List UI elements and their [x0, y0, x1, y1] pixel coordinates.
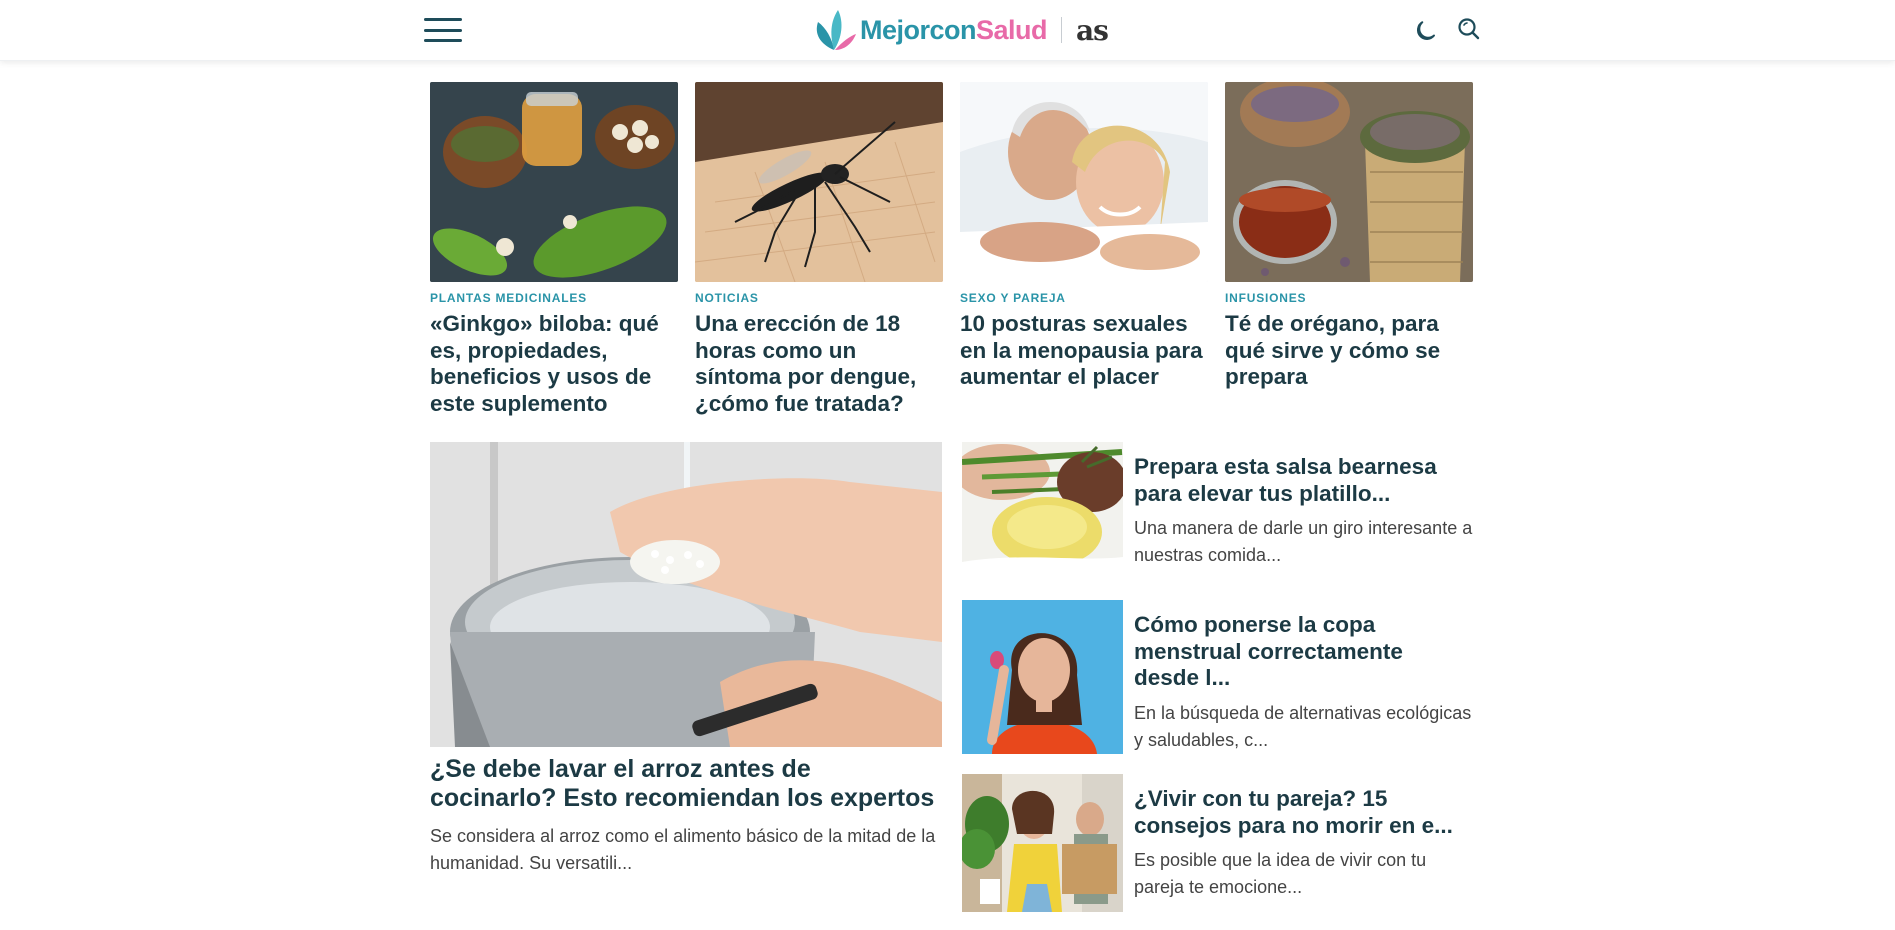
site-logo[interactable]: MejorconSalud as: [812, 8, 1109, 52]
side-article-title[interactable]: Prepara esta salsa bearnesa para elevar …: [1134, 454, 1474, 507]
article-image[interactable]: [960, 82, 1208, 282]
side-article-title[interactable]: ¿Vivir con tu pareja? 15 consejos para n…: [1134, 786, 1474, 839]
article-category[interactable]: Sexo y pareja: [960, 291, 1208, 305]
side-article-text: Cómo ponerse la copa menstrual correctam…: [1134, 612, 1474, 754]
moon-icon[interactable]: [1414, 17, 1440, 43]
side-article-description: Una manera de darle un giro interesante …: [1134, 518, 1473, 565]
logo-part1: Mejorcon: [860, 14, 977, 45]
side-article-image[interactable]: [962, 442, 1123, 582]
side-article[interactable]: Prepara esta salsa bearnesa para elevar …: [962, 442, 1472, 582]
article-category[interactable]: Plantas medicinales: [430, 291, 678, 305]
side-article-image[interactable]: [962, 600, 1123, 754]
featured-image[interactable]: [430, 442, 942, 747]
article-image[interactable]: [1225, 82, 1473, 282]
featured-description: Se considera al arroz como el alimento b…: [430, 826, 936, 873]
side-article[interactable]: ¿Vivir con tu pareja? 15 consejos para n…: [962, 774, 1472, 912]
article-card[interactable]: Infusiones Té de orégano, para qué sirve…: [1225, 82, 1473, 391]
article-category[interactable]: Noticias: [695, 291, 943, 305]
leaf-logo-icon: [816, 10, 856, 50]
article-category[interactable]: Infusiones: [1225, 291, 1473, 305]
article-title[interactable]: Té de orégano, para qué sirve y cómo se …: [1225, 311, 1473, 391]
article-title[interactable]: «Ginkgo» biloba: qué es, propiedades, be…: [430, 311, 678, 417]
side-article-title[interactable]: Cómo ponerse la copa menstrual correctam…: [1134, 612, 1474, 692]
side-article[interactable]: Cómo ponerse la copa menstrual correctam…: [962, 600, 1472, 754]
side-article-description: Es posible que la idea de vivir con tu p…: [1134, 850, 1427, 897]
side-article-description: En la búsqueda de alternativas ecológica…: [1134, 702, 1472, 750]
search-icon[interactable]: [1456, 16, 1482, 42]
partner-logo: as: [1076, 13, 1109, 47]
article-image[interactable]: [430, 82, 678, 282]
article-image[interactable]: [695, 82, 943, 282]
site-header: MejorconSalud as: [0, 0, 1895, 61]
logo-divider: [1061, 17, 1063, 43]
side-article-text: Prepara esta salsa bearnesa para elevar …: [1134, 454, 1474, 569]
featured-title[interactable]: ¿Se debe lavar el arroz antes de cocinar…: [430, 755, 942, 813]
logo-wordmark: MejorconSalud: [860, 14, 1048, 46]
article-card[interactable]: Noticias Una erección de 18 horas como u…: [695, 82, 943, 417]
article-card[interactable]: Plantas medicinales «Ginkgo» biloba: qué…: [430, 82, 678, 417]
featured-article[interactable]: ¿Se debe lavar el arroz antes de cocinar…: [430, 442, 942, 877]
side-article-image[interactable]: [962, 774, 1123, 912]
menu-icon[interactable]: [424, 18, 462, 42]
article-card[interactable]: Sexo y pareja 10 posturas sexuales en la…: [960, 82, 1208, 391]
side-article-text: ¿Vivir con tu pareja? 15 consejos para n…: [1134, 786, 1474, 901]
logo-part2: Salud: [976, 14, 1048, 45]
article-title[interactable]: 10 posturas sexuales en la menopausia pa…: [960, 311, 1208, 391]
article-title[interactable]: Una erección de 18 horas como un síntoma…: [695, 311, 943, 417]
